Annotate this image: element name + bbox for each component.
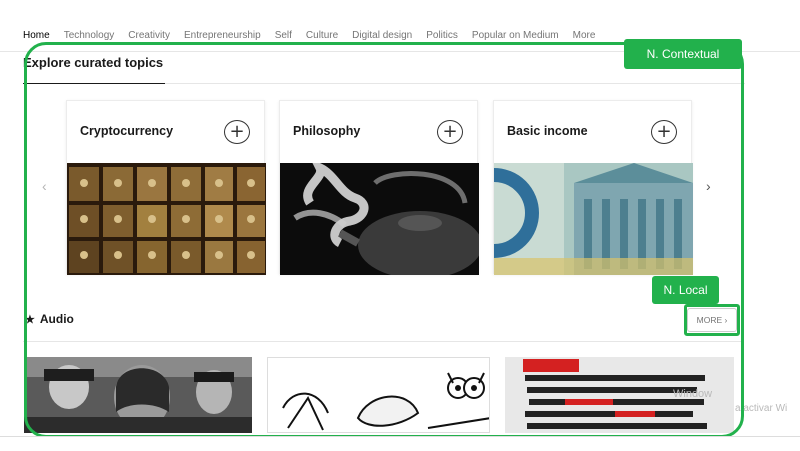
contextual-navigation-label: N. Contextual (624, 39, 742, 69)
local-navigation-label: N. Local (652, 276, 719, 304)
nav-item-digital-design[interactable]: Digital design (352, 30, 412, 41)
chevron-right-icon[interactable]: › (706, 178, 711, 194)
plus-icon[interactable]: + (651, 120, 677, 144)
activation-watermark-line1: Window (673, 388, 713, 400)
nav-item-more[interactable]: More (573, 30, 596, 41)
chevron-right-icon: › (724, 315, 728, 325)
chevron-left-icon[interactable]: ‹ (42, 178, 47, 194)
plus-icon[interactable]: + (437, 120, 463, 144)
topic-card-basic-income[interactable]: Basic income + (493, 100, 693, 275)
section-underline (23, 83, 165, 84)
audio-story-thumbnail[interactable] (24, 357, 252, 433)
activation-watermark-line2: a activar Wi (735, 403, 788, 414)
topic-card-image[interactable] (494, 163, 693, 275)
topic-card-title[interactable]: Basic income (507, 124, 588, 138)
nav-item-home[interactable]: Home (23, 30, 50, 41)
nav-item-politics[interactable]: Politics (426, 30, 458, 41)
audio-section-heading: ★ Audio (25, 312, 74, 326)
nav-item-entrepreneurship[interactable]: Entrepreneurship (184, 30, 261, 41)
more-button[interactable]: MORE › (687, 308, 737, 332)
star-icon: ★ (25, 313, 35, 326)
nav-item-culture[interactable]: Culture (306, 30, 338, 41)
nav-item-self[interactable]: Self (275, 30, 292, 41)
topic-card-image[interactable] (280, 163, 479, 275)
explore-section-title: Explore curated topics (23, 55, 164, 70)
topic-card-cryptocurrency[interactable]: Cryptocurrency + (66, 100, 266, 275)
nav-item-creativity[interactable]: Creativity (128, 30, 170, 41)
bottom-bar (0, 436, 800, 451)
plus-icon[interactable]: + (224, 120, 250, 144)
section-divider (165, 83, 745, 84)
topic-card-philosophy[interactable]: Philosophy + (279, 100, 479, 275)
topic-card-title[interactable]: Cryptocurrency (80, 124, 173, 138)
section-divider (23, 341, 743, 342)
more-button-label: MORE (696, 315, 723, 325)
nav-item-popular[interactable]: Popular on Medium (472, 30, 559, 41)
nav-item-technology[interactable]: Technology (64, 30, 115, 41)
audio-story-thumbnail[interactable] (267, 357, 490, 433)
topic-card-image[interactable] (67, 163, 266, 275)
audio-section-title: Audio (39, 312, 74, 326)
topic-card-title[interactable]: Philosophy (293, 124, 360, 138)
nav-list: Home Technology Creativity Entrepreneurs… (23, 30, 609, 41)
